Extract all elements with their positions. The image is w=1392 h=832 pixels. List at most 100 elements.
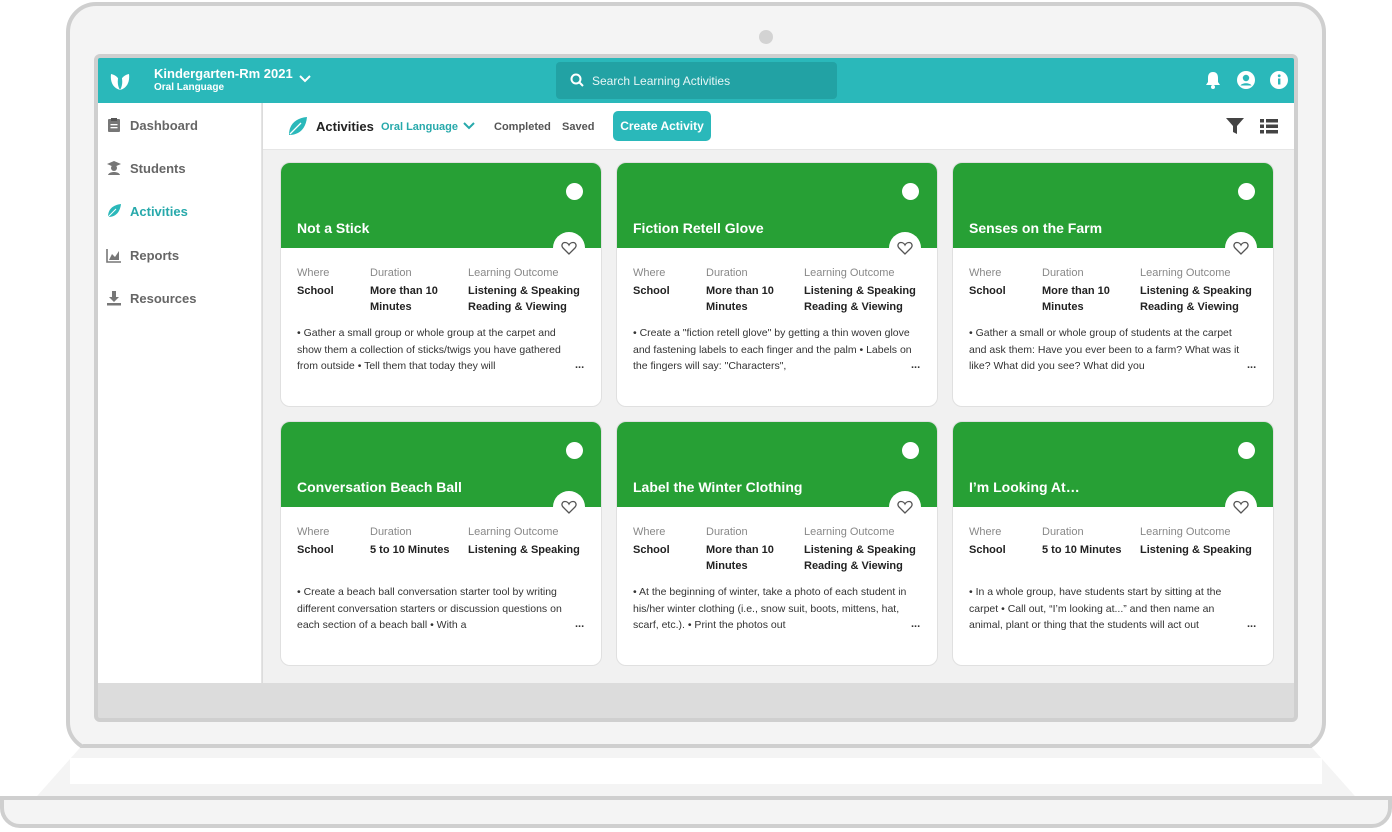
- sidebar-item-dashboard[interactable]: Dashboard: [98, 111, 261, 141]
- activity-card[interactable]: Conversation Beach Ball Where Duration Lear…: [280, 421, 602, 666]
- sidebar-item-activities[interactable]: Activities: [98, 197, 261, 227]
- sidebar-item-label: Reports: [130, 248, 180, 263]
- card-description: • Create a "fiction retell glove" by get…: [633, 327, 912, 372]
- status-dot[interactable]: [566, 183, 583, 200]
- saved-link[interactable]: Saved: [562, 121, 594, 133]
- more-button[interactable]: ...: [1247, 359, 1256, 371]
- where-value: School: [969, 285, 1006, 297]
- card-description: • In a whole group, have students start …: [969, 586, 1222, 631]
- card-description: • Gather a small or whole group of stude…: [969, 327, 1240, 372]
- status-dot[interactable]: [902, 183, 919, 200]
- create-activity-button[interactable]: Create Activity: [613, 111, 711, 141]
- activity-card[interactable]: I’m Looking At… Where Duration Learning Out…: [952, 421, 1274, 666]
- favorite-button[interactable]: [553, 232, 585, 264]
- clipboard-icon: [108, 118, 120, 132]
- search-input[interactable]: Search Learning Activities: [556, 62, 837, 99]
- subject-filter[interactable]: Oral Language: [381, 121, 458, 133]
- heart-icon: [561, 500, 577, 514]
- heart-icon: [1233, 241, 1249, 255]
- favorite-button[interactable]: [889, 491, 921, 523]
- card-header: Senses on the Farm: [953, 163, 1273, 248]
- where-label: Where: [633, 267, 666, 279]
- sidebar-item-label: Resources: [130, 291, 197, 306]
- sidebar-item-resources[interactable]: Resources: [98, 284, 261, 314]
- list-view-icon[interactable]: [1259, 116, 1279, 136]
- info-icon[interactable]: [1269, 70, 1289, 90]
- top-bar: Kindergarten-Rm 2021 Oral Language Searc…: [98, 58, 1294, 103]
- where-value: School: [297, 285, 334, 297]
- more-button[interactable]: ...: [911, 359, 920, 371]
- more-button[interactable]: ...: [575, 618, 584, 630]
- laptop-base: [0, 744, 1392, 832]
- favorite-button[interactable]: [889, 232, 921, 264]
- more-button[interactable]: ...: [911, 618, 920, 630]
- completed-link[interactable]: Completed: [494, 121, 551, 133]
- chart-icon: [106, 249, 121, 263]
- duration-value: 5 to 10 Minutes: [370, 544, 450, 556]
- where-label: Where: [297, 267, 330, 279]
- outcome-value: Listening & Speaking: [1140, 544, 1252, 556]
- logo-icon[interactable]: [108, 68, 132, 92]
- where-label: Where: [969, 267, 1002, 279]
- card-header: Label the Winter Clothing: [617, 422, 937, 507]
- favorite-button[interactable]: [1225, 232, 1257, 264]
- card-title: Senses on the Farm: [969, 220, 1103, 236]
- where-value: School: [969, 544, 1006, 556]
- outcome-label: Learning Outcome: [804, 526, 895, 538]
- outcome-label: Learning Outcome: [468, 526, 559, 538]
- duration-label: Duration: [706, 267, 748, 279]
- main-content: Activities Oral Language Completed Saved…: [263, 103, 1294, 683]
- activity-card[interactable]: Not a Stick Where Duration Learning Outcome…: [280, 162, 602, 407]
- activity-card[interactable]: Senses on the Farm Where Duration Learning …: [952, 162, 1274, 407]
- chevron-down-icon[interactable]: [463, 120, 475, 132]
- leaf-icon: [107, 204, 121, 218]
- sidebar-item-label: Dashboard: [130, 118, 198, 133]
- sidebar: Dashboard Students Activities Reports Re…: [98, 103, 262, 683]
- chevron-down-icon[interactable]: [298, 72, 312, 86]
- heart-icon: [897, 500, 913, 514]
- user-icon[interactable]: [1236, 70, 1256, 90]
- outcome-value: Listening & Speaking Reading & Viewing: [804, 285, 916, 313]
- card-title: I’m Looking At…: [969, 479, 1080, 495]
- activity-card[interactable]: Fiction Retell Glove Where Duration Learnin…: [616, 162, 938, 407]
- outcome-value: Listening & Speaking Reading & Viewing: [468, 285, 580, 313]
- outcome-label: Learning Outcome: [468, 267, 559, 279]
- page-title: Activities: [316, 119, 374, 134]
- card-title: Conversation Beach Ball: [297, 479, 462, 495]
- card-title: Not a Stick: [297, 220, 370, 236]
- more-button[interactable]: ...: [575, 359, 584, 371]
- favorite-button[interactable]: [1225, 491, 1257, 523]
- card-header: Not a Stick: [281, 163, 601, 248]
- sidebar-item-reports[interactable]: Reports: [98, 241, 261, 271]
- heart-icon: [561, 241, 577, 255]
- favorite-button[interactable]: [553, 491, 585, 523]
- card-description: • Create a beach ball conversation start…: [297, 586, 562, 631]
- status-dot[interactable]: [1238, 442, 1255, 459]
- where-label: Where: [633, 526, 666, 538]
- activity-card[interactable]: Label the Winter Clothing Where Duration Le…: [616, 421, 938, 666]
- card-title: Label the Winter Clothing: [633, 479, 803, 495]
- card-description: • Gather a small group or whole group at…: [297, 327, 561, 372]
- duration-label: Duration: [1042, 267, 1084, 279]
- duration-value: More than 10 Minutes: [706, 544, 774, 572]
- outcome-label: Learning Outcome: [1140, 526, 1231, 538]
- class-name[interactable]: Kindergarten-Rm 2021: [154, 66, 293, 81]
- duration-value: 5 to 10 Minutes: [1042, 544, 1122, 556]
- outcome-value: Listening & Speaking Reading & Viewing: [1140, 285, 1252, 313]
- screen: Kindergarten-Rm 2021 Oral Language Searc…: [94, 54, 1298, 722]
- sidebar-item-students[interactable]: Students: [98, 154, 261, 184]
- filter-icon[interactable]: [1225, 116, 1245, 136]
- more-button[interactable]: ...: [1247, 618, 1256, 630]
- status-dot[interactable]: [1238, 183, 1255, 200]
- outcome-value: Listening & Speaking: [468, 544, 580, 556]
- camera: [759, 30, 773, 44]
- status-dot[interactable]: [902, 442, 919, 459]
- where-value: School: [297, 544, 334, 556]
- duration-value: More than 10 Minutes: [1042, 285, 1110, 313]
- card-title: Fiction Retell Glove: [633, 220, 764, 236]
- duration-label: Duration: [706, 526, 748, 538]
- status-dot[interactable]: [566, 442, 583, 459]
- sidebar-item-label: Activities: [130, 204, 188, 219]
- bell-icon[interactable]: [1203, 70, 1223, 90]
- card-header: I’m Looking At…: [953, 422, 1273, 507]
